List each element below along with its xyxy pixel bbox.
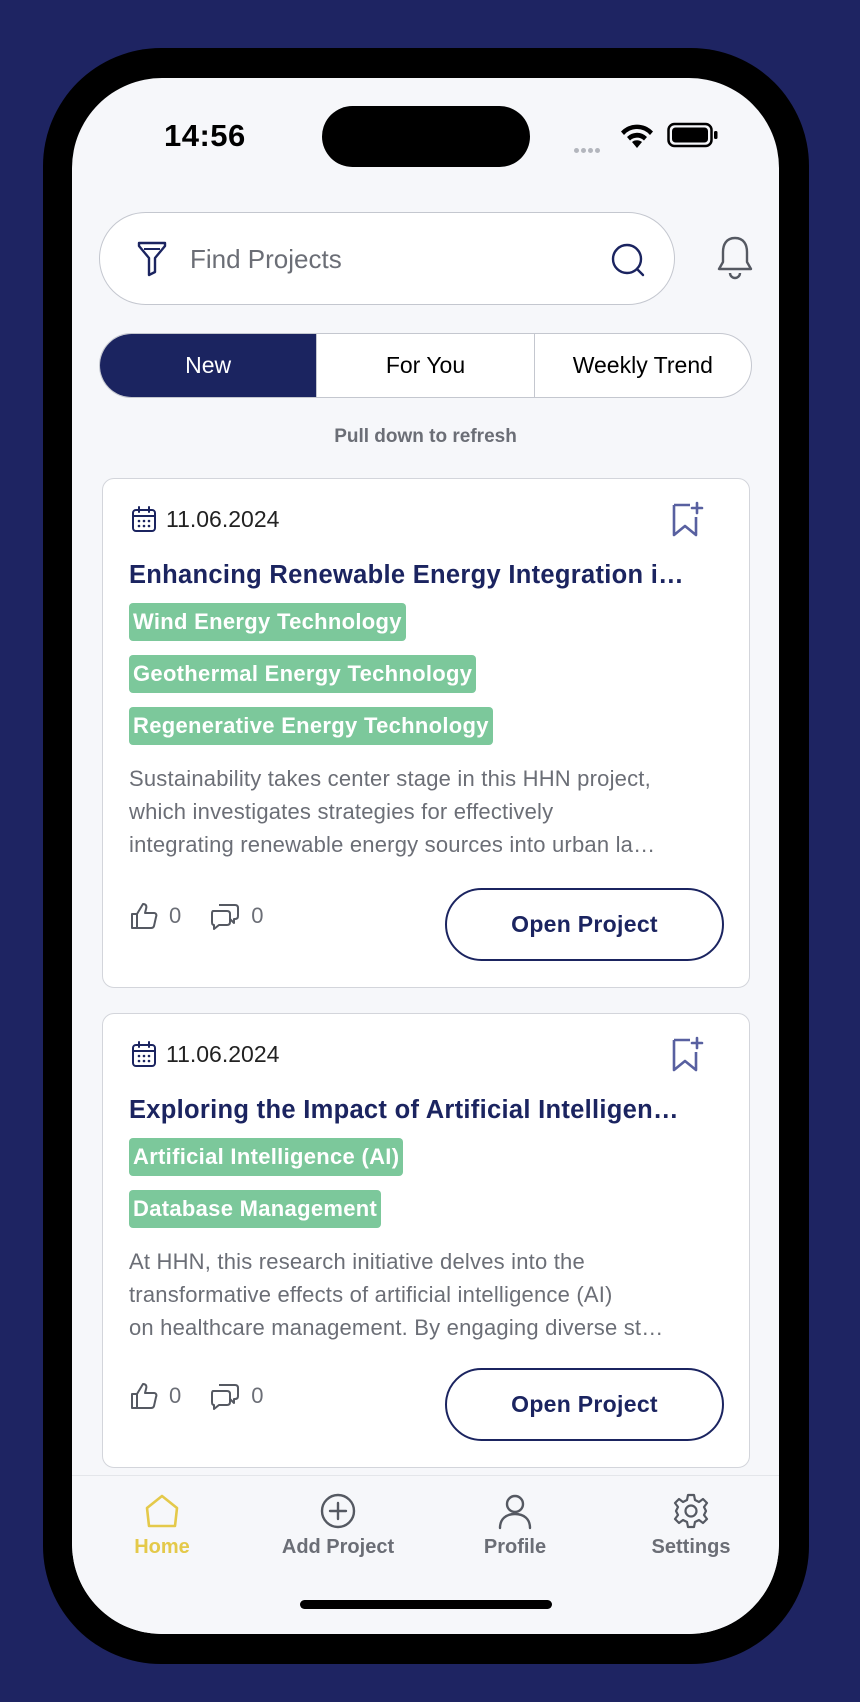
description-line: transformative effects of artificial int… — [129, 1282, 613, 1307]
gear-icon — [673, 1493, 709, 1529]
open-project-button[interactable]: Open Project — [445, 1368, 724, 1441]
card-date-text: 11.06.2024 — [166, 1040, 280, 1067]
tabbar-label: Settings — [651, 1536, 731, 1558]
tab-new[interactable]: New — [100, 334, 317, 397]
tab-for-you[interactable]: For You — [316, 334, 533, 397]
search-row — [99, 212, 755, 308]
project-card: 11.06.2024 Exploring the Impact of Artif… — [102, 1013, 750, 1468]
tabbar-label: Home — [134, 1536, 190, 1558]
person-icon — [498, 1494, 532, 1530]
bottom-tab-bar: Home Add Project Profile Settings — [72, 1475, 779, 1634]
tabbar-item-settings[interactable]: Settings — [603, 1492, 779, 1559]
tag-chip: Wind Energy Technology — [129, 603, 406, 641]
calendar-icon — [132, 506, 156, 532]
open-project-button[interactable]: Open Project — [445, 888, 724, 961]
tabbar-item-profile[interactable]: Profile — [427, 1492, 603, 1559]
card-date: 11.06.2024 — [131, 505, 279, 533]
battery-icon — [667, 122, 718, 148]
app-screen: 14:56 Find Projects New For You Weekly T… — [72, 78, 779, 1634]
tag-chip: Geothermal Energy Technology — [129, 655, 477, 693]
feed-tabs: New For You Weekly Trend — [99, 333, 752, 398]
description-line: on healthcare management. By engaging di… — [129, 1315, 664, 1340]
bell-icon[interactable] — [715, 234, 755, 282]
refresh-hint: Pull down to refresh — [334, 426, 517, 447]
description-line: At HHN, this research initiative delves … — [129, 1249, 585, 1274]
comments-icon[interactable] — [209, 901, 241, 931]
comment-stat[interactable]: 0 — [209, 1381, 264, 1411]
like-count: 0 — [169, 903, 182, 928]
search-bar[interactable] — [99, 212, 675, 305]
status-time: 14:56 — [164, 118, 246, 153]
tabbar-item-add-project[interactable]: Add Project — [250, 1492, 426, 1559]
card-date-text: 11.06.2024 — [166, 505, 280, 532]
like-stat[interactable]: 0 — [129, 901, 181, 931]
dynamic-island — [322, 106, 530, 167]
card-stats: 0 0 — [129, 1381, 292, 1411]
status-bar: 14:56 — [72, 78, 779, 198]
description-line: which investigates strategies for effect… — [129, 799, 554, 824]
search-input[interactable] — [190, 241, 570, 277]
description-line: integrating renewable energy sources int… — [129, 832, 656, 857]
comments-icon[interactable] — [209, 1381, 241, 1411]
thumbs-up-icon[interactable] — [129, 901, 159, 931]
comment-count: 0 — [251, 1383, 264, 1408]
comment-count: 0 — [251, 903, 264, 928]
home-icon — [145, 1494, 179, 1528]
search-icon[interactable] — [610, 242, 648, 280]
card-description: Sustainability takes center stage in thi… — [129, 762, 725, 861]
tag-chip: Database Management — [129, 1190, 382, 1228]
card-description: At HHN, this research initiative delves … — [129, 1245, 725, 1344]
card-title: Enhancing Renewable Energy Integration i… — [129, 561, 684, 589]
tag-chip: Regenerative Energy Technology — [129, 707, 493, 745]
filter-icon[interactable] — [136, 240, 168, 278]
tag-chip: Artificial Intelligence (AI) — [129, 1138, 404, 1176]
like-count: 0 — [169, 1383, 182, 1408]
thumbs-up-icon[interactable] — [129, 1381, 159, 1411]
like-stat[interactable]: 0 — [129, 1381, 181, 1411]
wifi-icon — [621, 124, 653, 148]
home-indicator — [300, 1600, 552, 1609]
add-circle-icon — [320, 1493, 356, 1529]
bookmark-add-icon[interactable] — [670, 501, 704, 539]
tag-list: Artificial Intelligence (AI) Database Ma… — [129, 1138, 404, 1242]
calendar-icon — [132, 1041, 156, 1067]
card-date: 11.06.2024 — [131, 1040, 279, 1068]
tabbar-item-home[interactable]: Home — [74, 1492, 250, 1559]
bookmark-add-icon[interactable] — [670, 1036, 704, 1074]
cellular-dots-icon — [574, 140, 602, 158]
tabbar-label: Profile — [483, 1536, 547, 1558]
tabbar-label: Add Project — [281, 1536, 395, 1558]
tag-list: Wind Energy Technology Geothermal Energy… — [129, 603, 493, 759]
tab-weekly-trend[interactable]: Weekly Trend — [533, 334, 751, 397]
card-stats: 0 0 — [129, 901, 292, 931]
comment-stat[interactable]: 0 — [209, 901, 264, 931]
description-line: Sustainability takes center stage in thi… — [129, 766, 651, 791]
card-title: Exploring the Impact of Artificial Intel… — [129, 1096, 679, 1124]
project-card: 11.06.2024 Enhancing Renewable Energy In… — [102, 478, 750, 988]
